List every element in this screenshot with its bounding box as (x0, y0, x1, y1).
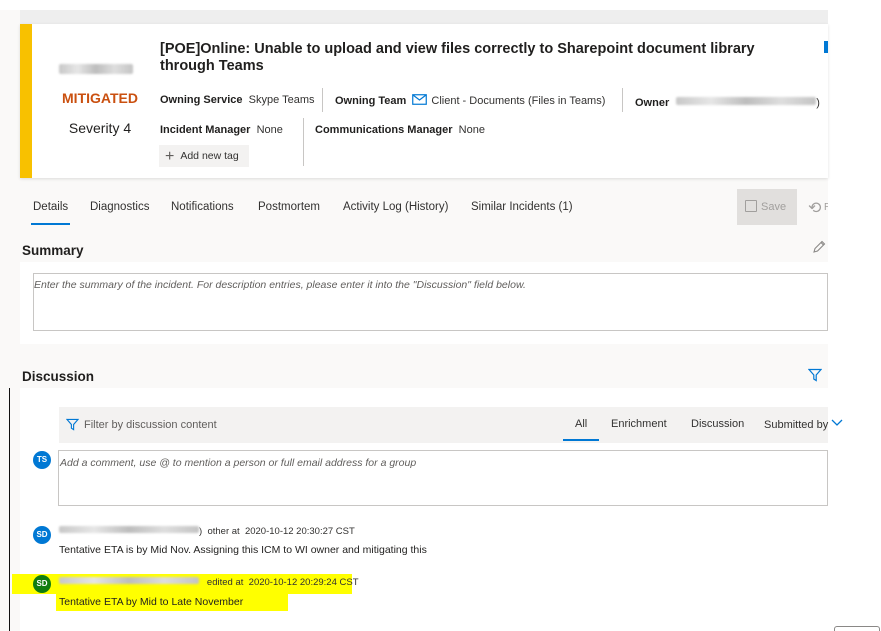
incident-page: MITIGATED Severity 4 [POE]Online: Unable… (0, 0, 881, 631)
incident-manager-value: None (256, 124, 283, 136)
discussion-filter-input[interactable]: Filter by discussion content (84, 419, 217, 431)
comment-meta: edited at 2020-10-12 20:29:24 CST (59, 577, 359, 588)
comment-text: Tentative ETA is by Mid Nov. Assigning t… (59, 544, 427, 556)
chevron-down-icon (831, 419, 843, 426)
owning-service-field[interactable]: Owning Service Skype Teams (160, 94, 314, 106)
severity-accent-bar (20, 24, 32, 178)
filter-icon[interactable] (808, 368, 822, 382)
avatar: SD (33, 526, 51, 544)
owner-suffix: ) (816, 97, 820, 109)
filter-tab-enrichment[interactable]: Enrichment (611, 418, 667, 430)
top-strip (0, 0, 828, 10)
filter-tab-discussion[interactable]: Discussion (691, 418, 744, 430)
save-label: Save (761, 201, 787, 213)
save-icon (745, 200, 757, 212)
comment-action: other at (207, 526, 240, 537)
top-divider (20, 10, 828, 24)
incident-title[interactable]: [POE]Online: Unable to upload and view f… (160, 41, 800, 75)
incident-manager-field[interactable]: Incident Manager None (160, 124, 283, 136)
edit-pencil-icon[interactable] (812, 240, 826, 257)
tab-activity-log[interactable]: Activity Log (History) (343, 196, 448, 226)
summary-title: Summary (22, 243, 84, 258)
plus-icon: + (165, 148, 175, 165)
discussion-filter-bar: Filter by discussion content All Enrichm… (59, 407, 843, 443)
owning-team-label: Owning Team (335, 95, 407, 107)
tab-postmortem[interactable]: Postmortem (258, 196, 320, 226)
owning-service-label: Owning Service (160, 94, 243, 106)
discussion-title: Discussion (22, 369, 95, 384)
avatar: SD (33, 575, 51, 593)
owner-label: Owner (635, 97, 670, 109)
submitted-by-label: Submitted by (764, 419, 829, 431)
author-name-redacted (59, 526, 199, 533)
owning-team-value: Client - Documents (Files in Teams) (431, 95, 606, 107)
divider (303, 118, 304, 166)
owner-name-redacted (676, 97, 817, 105)
mail-icon[interactable] (412, 94, 428, 105)
submitted-by-dropdown[interactable]: Submitted by (764, 419, 843, 431)
owner-field[interactable]: Owner ) (635, 97, 820, 109)
owning-team-field[interactable]: Owning Team Client - Documents (Files in… (335, 94, 605, 107)
author-name-suffix: ) (199, 526, 203, 537)
incident-id-redacted (59, 64, 133, 74)
summary-placeholder: Enter the summary of the incident. For d… (34, 279, 526, 291)
comment-timestamp: 2020-10-12 20:29:24 CST (248, 577, 359, 588)
communications-manager-value: None (458, 124, 485, 136)
comment-timestamp: 2020-10-12 20:30:27 CST (244, 526, 355, 537)
add-tag-label: Add new tag (180, 150, 239, 162)
incident-manager-label: Incident Manager (160, 124, 251, 136)
comment-meta: ) other at 2020-10-12 20:30:27 CST (59, 526, 355, 537)
left-edge-rule (9, 388, 10, 631)
filter-icon (66, 418, 79, 431)
comment-text: Tentative ETA by Mid to Late November (59, 596, 244, 608)
corner-tab (834, 626, 880, 631)
status-label: MITIGATED (62, 90, 138, 106)
tab-details[interactable]: Details (30, 196, 71, 226)
undo-icon[interactable]: ⟲ (808, 198, 821, 218)
comment-placeholder: Add a comment, use @ to mention a person… (60, 457, 417, 469)
filter-tab-all[interactable]: All (562, 418, 600, 441)
discussion-card: Filter by discussion content All Enrichm… (12, 388, 843, 631)
owning-service-value: Skype Teams (248, 94, 315, 106)
summary-card: Enter the summary of the incident. For d… (20, 262, 828, 344)
tab-notifications[interactable]: Notifications (171, 196, 234, 226)
communications-manager-field[interactable]: Communications Manager None (315, 124, 485, 136)
tab-diagnostics[interactable]: Diagnostics (90, 196, 149, 226)
comment-action: edited at (206, 577, 244, 588)
divider (322, 88, 323, 112)
author-name-redacted (59, 577, 199, 584)
incident-header-card: MITIGATED Severity 4 [POE]Online: Unable… (20, 24, 828, 178)
communications-manager-label: Communications Manager (315, 124, 453, 136)
add-tag-button[interactable]: + Add new tag (159, 145, 249, 167)
save-button[interactable]: Save (737, 189, 797, 225)
undo-label-fragment[interactable]: R (824, 202, 828, 213)
avatar: TS (33, 451, 51, 469)
divider (622, 88, 623, 112)
tab-similar-incidents[interactable]: Similar Incidents (1) (471, 196, 573, 226)
title-edit-handle[interactable] (824, 41, 828, 53)
severity-label: Severity 4 (68, 120, 132, 136)
